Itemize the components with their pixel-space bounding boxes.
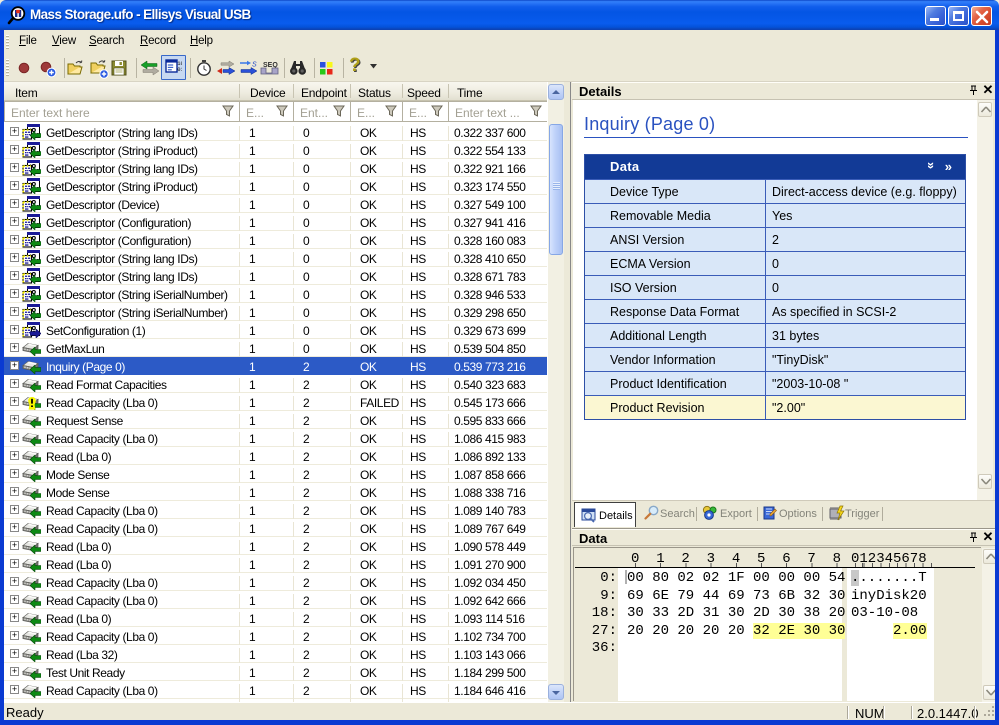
svg-text:S: S xyxy=(252,62,257,69)
svg-text:01: 01 xyxy=(177,66,182,73)
